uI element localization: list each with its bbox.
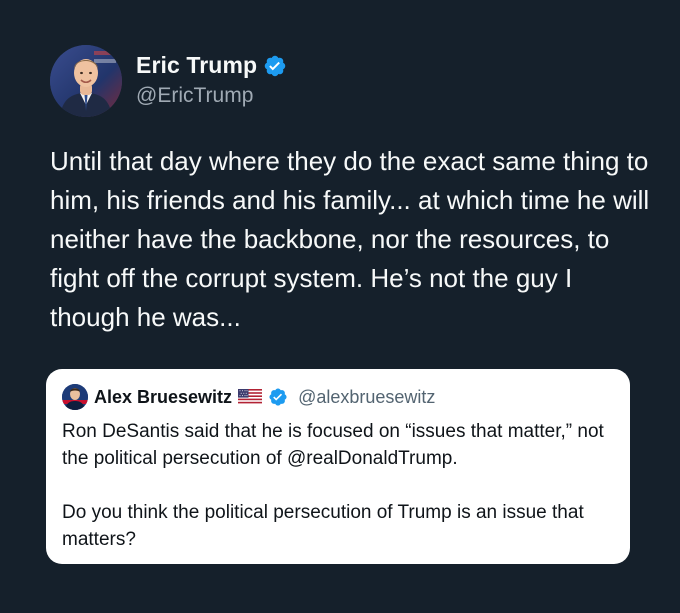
us-flag-icon — [238, 389, 263, 405]
author-name-row: Eric Trump — [136, 52, 287, 79]
quoted-author-avatar[interactable] — [62, 384, 88, 410]
tweet-card: Eric Trump @EricTrump Until that day whe… — [0, 0, 680, 613]
author-display-name[interactable]: Eric Trump — [136, 52, 257, 79]
avatar-image — [50, 45, 122, 117]
quoted-tweet-header: Alex Bruesewitz @alexbruesewitz — [62, 384, 435, 410]
quoted-verified-badge-icon[interactable] — [268, 387, 288, 407]
quoted-author-handle[interactable]: @alexbruesewitz — [298, 387, 435, 408]
quoted-tweet[interactable]: Alex Bruesewitz @alexbruesewitz Ron DeSa… — [46, 369, 630, 564]
quoted-paragraph-2: Do you think the political persecution o… — [62, 502, 584, 550]
quoted-tweet-text: Ron DeSantis said that he is focused on … — [62, 418, 618, 553]
quoted-author-display-name[interactable]: Alex Bruesewitz — [94, 387, 232, 408]
author-handle[interactable]: @EricTrump — [136, 84, 253, 108]
quoted-paragraph-1: Ron DeSantis said that he is focused on … — [62, 421, 604, 469]
tweet-text: Until that day where they do the exact s… — [50, 146, 657, 332]
author-avatar[interactable] — [50, 45, 122, 117]
verified-badge-icon[interactable] — [263, 54, 287, 78]
